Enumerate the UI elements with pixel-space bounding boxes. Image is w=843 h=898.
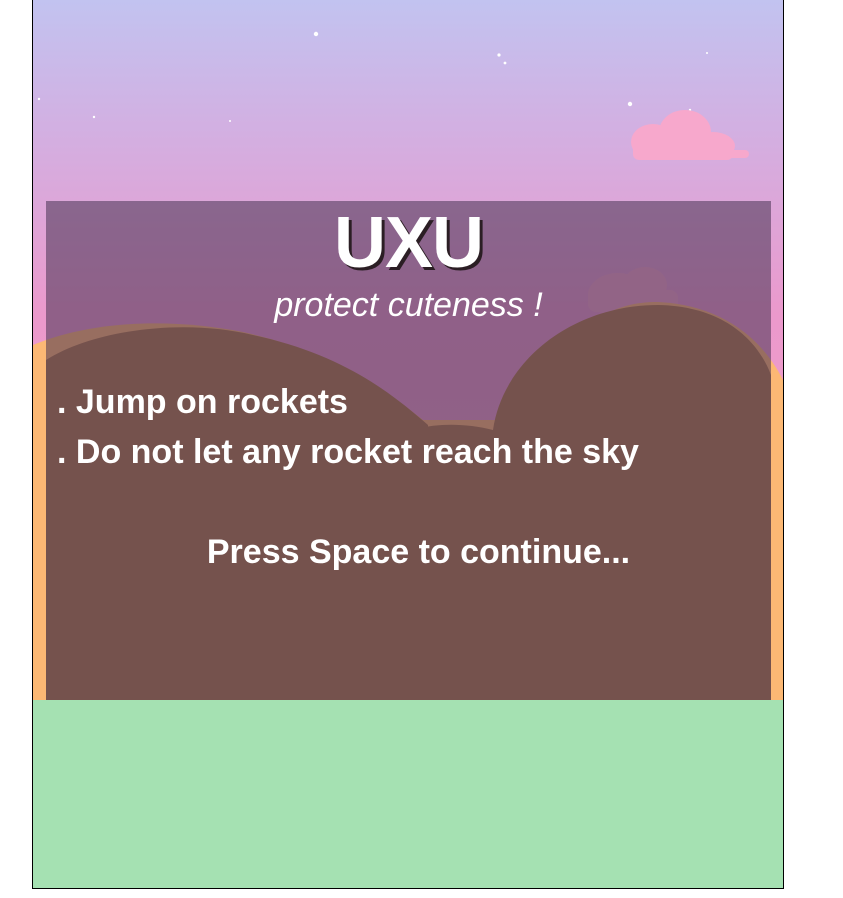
star <box>503 61 507 65</box>
star <box>313 31 319 37</box>
star <box>706 52 708 54</box>
star <box>229 120 231 122</box>
ground <box>33 700 783 888</box>
star <box>92 115 96 119</box>
continue-prompt[interactable]: Press Space to continue... <box>46 532 771 572</box>
rule-jump: . Jump on rockets <box>57 383 348 421</box>
instructions-panel: UXU protect cuteness ! . Jump on rockets… <box>46 201 771 700</box>
game-subtitle: protect cuteness ! <box>274 286 543 324</box>
game-canvas[interactable]: UXU protect cuteness ! . Jump on rockets… <box>32 0 784 889</box>
star <box>37 97 41 101</box>
game-title: UXU <box>333 203 484 283</box>
star <box>497 53 501 57</box>
rule-protect-sky: . Do not let any rocket reach the sky <box>57 433 639 471</box>
star <box>627 101 633 107</box>
